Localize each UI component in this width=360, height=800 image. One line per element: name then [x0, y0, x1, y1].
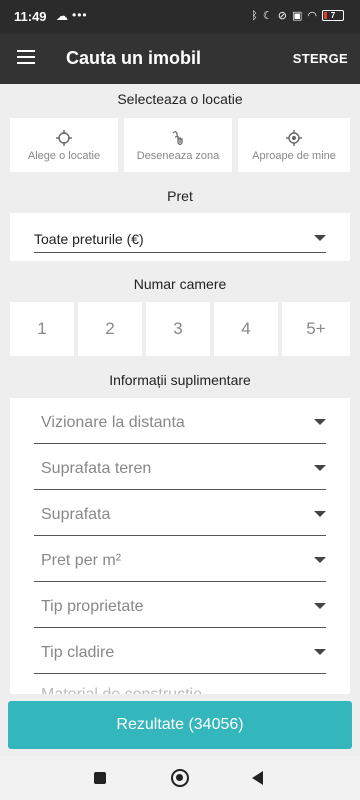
near-me-button[interactable]: Aproape de mine	[238, 118, 350, 172]
price-select-value: Toate preturile (€)	[34, 231, 144, 247]
hamburger-menu-icon[interactable]	[17, 50, 35, 64]
room-option-4[interactable]: 4	[214, 302, 278, 356]
area-label: Suprafata	[41, 506, 111, 523]
chevron-down-icon	[314, 235, 326, 241]
vibrate-mute-icon: ⊘	[277, 10, 287, 22]
room-option-1[interactable]: 1	[10, 302, 74, 356]
construction-material-label: Material de constructie	[41, 686, 202, 694]
bluetooth-icon: ᛒ	[251, 9, 258, 22]
price-per-sqm-label: Pret per m²	[41, 552, 122, 569]
battery-level: 7	[330, 11, 336, 20]
chevron-down-icon	[314, 511, 326, 517]
price-section-title: Pret	[167, 188, 193, 204]
back-icon[interactable]	[252, 771, 263, 785]
room-option-3[interactable]: 3	[146, 302, 210, 356]
draw-zone-label: Deseneaza zona	[136, 150, 220, 162]
choose-location-label: Alege o locatie	[27, 150, 101, 162]
battery-icon: 7	[322, 10, 344, 21]
property-type-select[interactable]: Tip proprietate	[34, 584, 326, 628]
area-select[interactable]: Suprafata	[34, 492, 326, 536]
price-per-sqm-select[interactable]: Pret per m²	[34, 538, 326, 582]
recents-icon[interactable]	[94, 772, 106, 784]
results-button[interactable]: Rezultate (34056)	[8, 701, 352, 749]
rooms-section-title: Numar camere	[133, 276, 227, 292]
page-title: Cauta un imobil	[66, 48, 201, 68]
chevron-down-icon	[314, 419, 326, 425]
chevron-down-icon	[314, 649, 326, 655]
land-area-select[interactable]: Suprafata teren	[34, 446, 326, 490]
my-location-icon	[286, 130, 302, 146]
construction-material-select[interactable]: Material de constructie	[34, 672, 326, 694]
no-sim-icon: ▣	[291, 10, 303, 22]
status-time: 11:49	[14, 9, 47, 24]
home-icon[interactable]	[171, 769, 189, 787]
remote-viewing-select[interactable]: Vizionare la distanta	[34, 400, 326, 444]
crosshair-icon	[56, 130, 72, 146]
building-type-select[interactable]: Tip cladire	[34, 630, 326, 674]
price-select[interactable]: Toate preturile (€)	[34, 217, 326, 253]
draw-zone-button[interactable]: Deseneaza zona	[124, 118, 232, 172]
room-option-5plus[interactable]: 5+	[282, 302, 350, 356]
status-icons: ᛒ ☾ ⊘ ▣ ◠ 7	[251, 9, 344, 22]
choose-location-button[interactable]: Alege o locatie	[10, 118, 118, 172]
system-nav-bar	[0, 756, 360, 800]
cloud-icon: ☁	[56, 9, 68, 23]
draw-hand-icon	[170, 130, 186, 146]
extra-info-card: Vizionare la distanta Suprafata teren Su…	[10, 398, 350, 694]
extra-section-title: Informații suplimentare	[109, 372, 251, 388]
land-area-label: Suprafata teren	[41, 460, 152, 477]
wifi-icon: ◠	[307, 10, 317, 22]
do-not-disturb-moon-icon: ☾	[262, 10, 273, 22]
chevron-down-icon	[314, 465, 326, 471]
remote-viewing-label: Vizionare la distanta	[41, 414, 185, 431]
building-type-label: Tip cladire	[41, 644, 115, 661]
status-bar: 11:49 ☁ ••• ᛒ ☾ ⊘ ▣ ◠ 7	[0, 0, 360, 34]
property-type-label: Tip proprietate	[41, 598, 144, 615]
clear-button[interactable]: STERGE	[293, 51, 348, 66]
room-option-2[interactable]: 2	[78, 302, 142, 356]
app-bar: Cauta un imobil STERGE	[0, 34, 360, 84]
price-card: Toate preturile (€)	[10, 213, 350, 261]
more-notifications-icon: •••	[72, 8, 88, 22]
near-me-label: Aproape de mine	[252, 150, 336, 162]
chevron-down-icon	[314, 603, 326, 609]
chevron-down-icon	[314, 557, 326, 563]
location-section-title: Selecteaza o locatie	[117, 91, 243, 107]
